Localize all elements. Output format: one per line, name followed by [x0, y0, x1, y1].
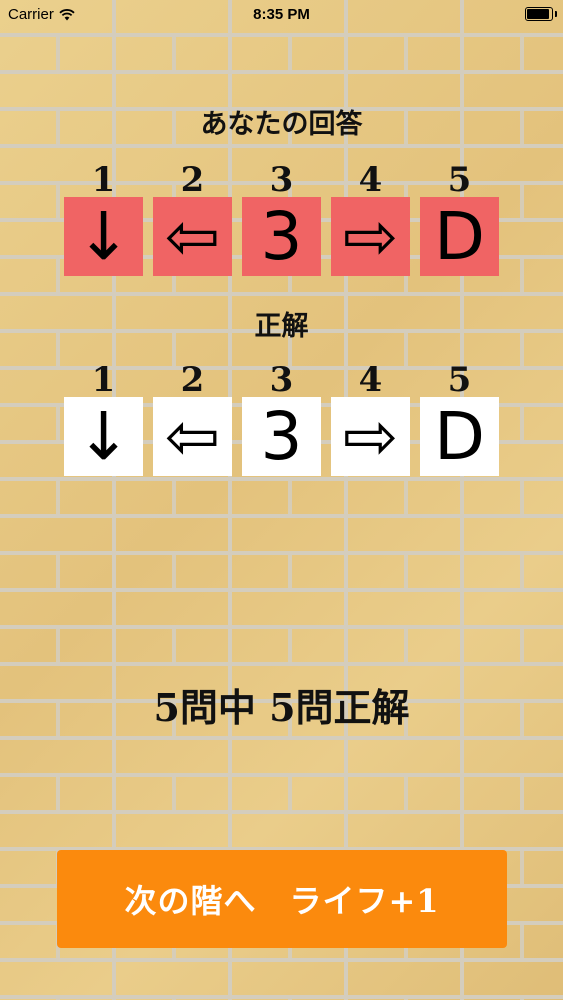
arrow-left-icon: ⇦: [164, 198, 221, 275]
answer-number-label: 2: [180, 160, 205, 200]
correct-row: 1 ↓ 2 ⇦ 3 3 4 ⇨ 5 D: [64, 363, 499, 476]
arrow-down-icon: ↓: [75, 198, 132, 275]
correct-cell-2: 2 ⇦: [153, 363, 232, 476]
correct-cell-5: 5D: [420, 363, 499, 476]
arrow-right-icon: ⇨: [342, 198, 399, 275]
correct-symbol-box: 3: [242, 397, 321, 476]
correct-number-label: 1: [91, 360, 116, 400]
answer-number-label: 4: [358, 160, 383, 200]
correct-symbol-box: D: [420, 397, 499, 476]
correct-symbol-text: 3: [260, 398, 303, 475]
answer-title: あなたの回答: [200, 109, 363, 140]
correct-number-label: 4: [358, 360, 383, 400]
correct-symbol-box: ⇨: [331, 397, 410, 476]
answer-symbol-text: D: [434, 198, 485, 275]
correct-cell-3: 33: [242, 363, 321, 476]
answer-symbol-box: ⇦: [153, 197, 232, 276]
battery-icon: [525, 7, 557, 21]
answer-number-label: 3: [269, 160, 294, 200]
answer-symbol-box: D: [420, 197, 499, 276]
correct-number-label: 2: [180, 360, 205, 400]
answer-cell-3: 33: [242, 163, 321, 276]
answer-cell-4: 4 ⇨: [331, 163, 410, 276]
answer-cell-5: 5D: [420, 163, 499, 276]
answer-symbol-box: ⇨: [331, 197, 410, 276]
answer-number-label: 5: [447, 160, 472, 200]
answer-cell-1: 1 ↓: [64, 163, 143, 276]
correct-symbol-text: D: [434, 398, 485, 475]
score-text: 5問中 5問正解: [153, 685, 410, 730]
correct-symbol-box: ⇦: [153, 397, 232, 476]
status-bar: Carrier 8:35 PM: [0, 0, 563, 30]
correct-number-label: 5: [447, 360, 472, 400]
answer-number-label: 1: [91, 160, 116, 200]
arrow-left-icon: ⇦: [164, 398, 221, 475]
battery-fill: [527, 9, 549, 19]
correct-cell-1: 1 ↓: [64, 363, 143, 476]
next-floor-button[interactable]: 次の階へ ライフ+1: [57, 850, 507, 948]
arrow-right-icon: ⇨: [342, 398, 399, 475]
answer-symbol-box: ↓: [64, 197, 143, 276]
answer-symbol-text: 3: [260, 198, 303, 275]
answer-cell-2: 2 ⇦: [153, 163, 232, 276]
arrow-down-icon: ↓: [75, 398, 132, 475]
correct-cell-4: 4 ⇨: [331, 363, 410, 476]
correct-symbol-box: ↓: [64, 397, 143, 476]
answer-row: 1 ↓ 2 ⇦ 3 3 4 ⇨ 5 D: [64, 163, 499, 276]
clock: 8:35 PM: [253, 6, 310, 23]
correct-number-label: 3: [269, 360, 294, 400]
correct-title: 正解: [254, 311, 309, 342]
answer-symbol-box: 3: [242, 197, 321, 276]
